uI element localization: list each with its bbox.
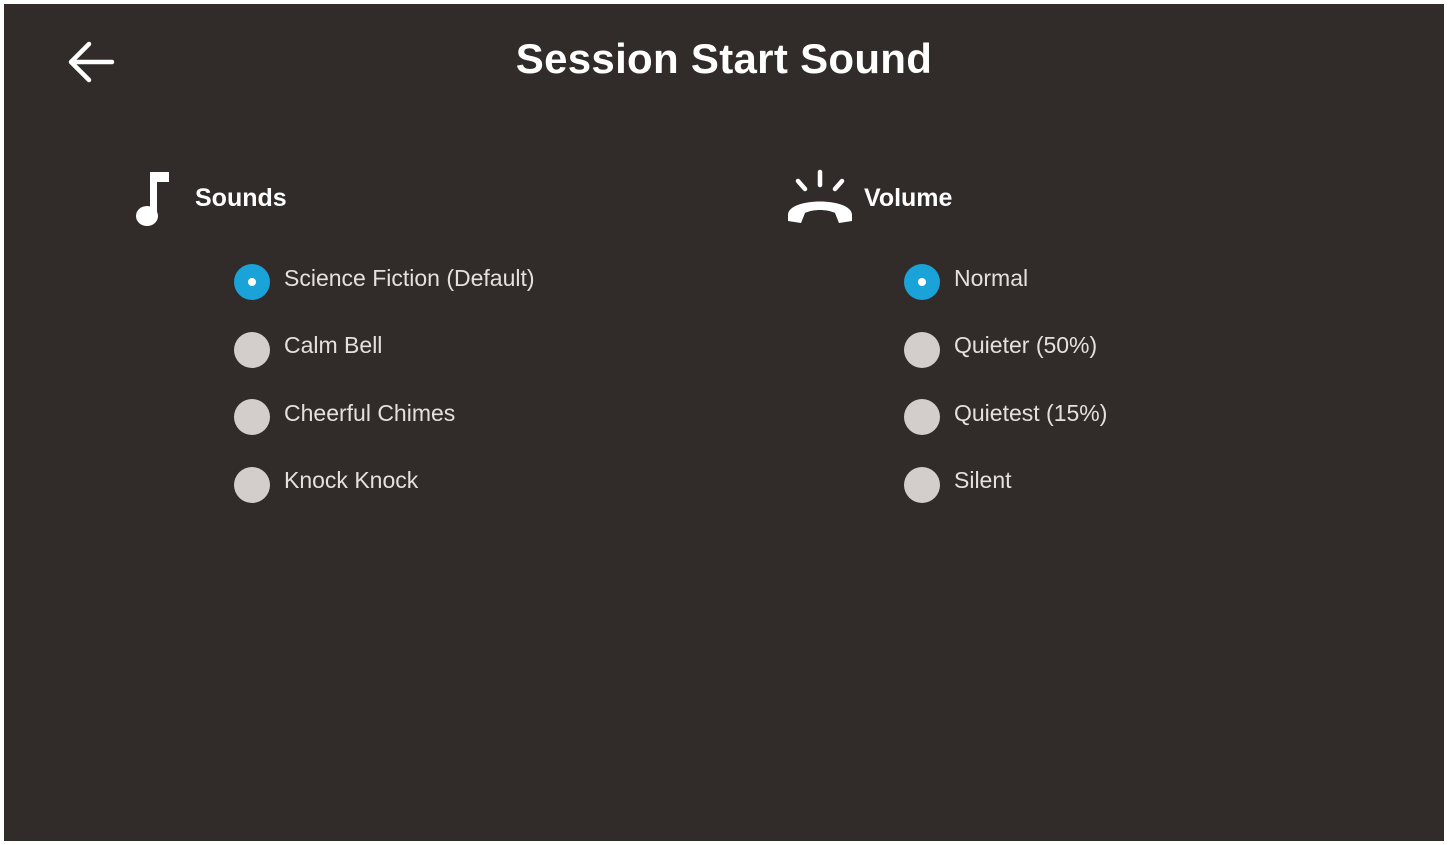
radio-button-selected[interactable]: [234, 264, 270, 300]
sounds-header: Sounds: [130, 168, 287, 228]
radio-button[interactable]: [234, 466, 270, 503]
sounds-section: Sounds Science Fiction (Default) Calm Be…: [130, 168, 535, 503]
volume-section: Volume Normal Quieter (50%) Quietest (15…: [784, 168, 1107, 503]
volume-option-quietest[interactable]: Quietest (15%): [904, 393, 1108, 435]
radio-button[interactable]: [904, 399, 940, 435]
ringing-phone-icon: [784, 168, 856, 228]
option-label: Knock Knock: [284, 467, 419, 493]
option-label: Cheerful Chimes: [284, 399, 456, 426]
option-label: Normal: [954, 264, 1029, 291]
page-title: Session Start Sound: [515, 35, 933, 82]
radio-button[interactable]: [234, 399, 270, 435]
option-label: Science Fiction (Default): [284, 264, 535, 291]
option-label: Silent: [954, 467, 1012, 493]
volume-title: Volume: [864, 183, 953, 212]
sound-option-cheerful-chimes[interactable]: Cheerful Chimes: [234, 393, 535, 435]
sounds-options: Science Fiction (Default) Calm Bell Chee…: [234, 258, 535, 528]
volume-options: Normal Quieter (50%) Quietest (15%) Sile…: [904, 258, 1107, 528]
radio-button[interactable]: [234, 331, 270, 368]
radio-button[interactable]: [904, 466, 940, 503]
sounds-title: Sounds: [195, 183, 287, 212]
sound-option-knock-knock[interactable]: Knock Knock: [234, 461, 535, 503]
radio-button-selected[interactable]: [904, 264, 940, 300]
sound-option-science-fiction[interactable]: Science Fiction (Default): [234, 258, 535, 300]
option-label: Calm Bell: [284, 332, 383, 358]
volume-option-normal[interactable]: Normal: [904, 258, 1107, 300]
radio-button[interactable]: [904, 331, 940, 368]
settings-screen: Session Start Sound Sounds Science Ficti…: [4, 4, 1444, 841]
music-note-icon: [130, 168, 174, 228]
sound-option-calm-bell[interactable]: Calm Bell: [234, 326, 535, 368]
option-label: Quieter (50%): [954, 332, 1098, 358]
volume-option-quieter[interactable]: Quieter (50%): [904, 326, 1107, 368]
volume-option-silent[interactable]: Silent: [904, 461, 1107, 503]
option-label: Quietest (15%): [954, 399, 1108, 426]
volume-header: Volume: [784, 168, 952, 228]
